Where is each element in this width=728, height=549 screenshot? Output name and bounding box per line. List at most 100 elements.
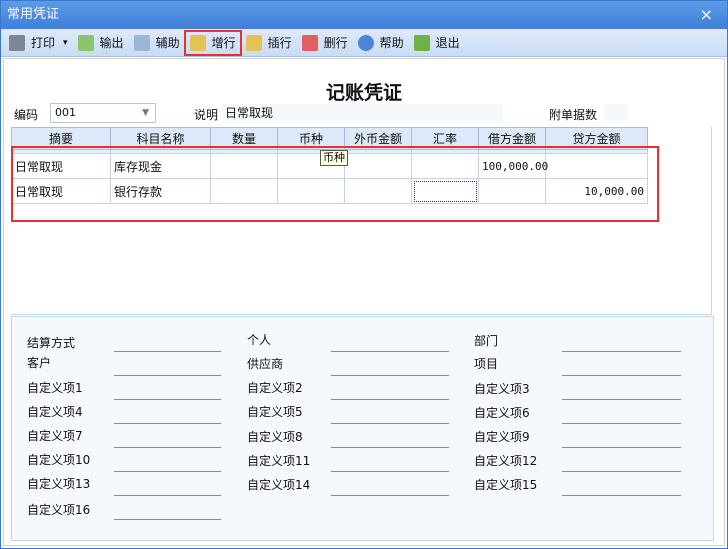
table-cell[interactable] [344, 178, 412, 204]
voucher-title: 记账凭证 [325, 82, 402, 104]
code-label: 编码 [14, 108, 39, 122]
table-cell[interactable] [277, 178, 345, 204]
field-input[interactable] [331, 399, 449, 400]
add-row-icon [189, 34, 206, 51]
toolbar-label: 辅助 [155, 36, 180, 50]
field-input[interactable] [114, 423, 221, 424]
toolbar-label: 退出 [435, 36, 460, 50]
delete-row-icon [301, 34, 318, 51]
field-input[interactable] [331, 495, 449, 496]
exit-icon [413, 34, 430, 51]
field-input[interactable] [331, 351, 449, 352]
desc-label: 说明 [194, 108, 219, 122]
toolbar-button-3[interactable]: 增行 [183, 29, 242, 56]
field-input[interactable] [114, 399, 221, 400]
field-input[interactable] [562, 495, 681, 496]
table-cell[interactable] [411, 153, 479, 179]
field-label: 项目 [474, 357, 499, 371]
field-input[interactable] [562, 447, 681, 448]
table-cell[interactable] [478, 178, 546, 204]
column-header[interactable]: 摘要 [11, 127, 111, 150]
export-icon [77, 34, 94, 51]
field-label: 自定义项12 [474, 454, 538, 468]
field-label: 自定义项8 [247, 430, 303, 444]
column-header[interactable]: 数量 [210, 127, 278, 150]
field-input[interactable] [331, 375, 449, 376]
toolbar-button-6[interactable]: 帮助 [354, 32, 408, 54]
table-cell[interactable] [344, 153, 412, 179]
table-cell[interactable]: 银行存款 [110, 178, 211, 204]
table-cell[interactable]: 日常取现 [11, 153, 111, 179]
toolbar-button-2[interactable]: 辅助 [130, 32, 184, 54]
printer-icon [9, 34, 25, 51]
column-header[interactable]: 借方金额 [478, 127, 546, 150]
field-label: 个人 [247, 333, 272, 347]
column-header[interactable]: 币种 [277, 127, 345, 150]
table-cell[interactable] [210, 178, 278, 204]
table-cell[interactable]: 100,000.00 [478, 153, 548, 179]
field-input[interactable] [114, 471, 221, 472]
field-input[interactable] [562, 375, 681, 376]
toolbar-label: 增行 [211, 36, 236, 50]
field-label: 自定义项1 [27, 381, 83, 395]
column-header[interactable]: 外币金额 [344, 127, 412, 150]
field-input[interactable] [114, 447, 221, 448]
field-label: 自定义项14 [247, 478, 311, 492]
desc-value: 日常取现 [225, 106, 274, 120]
field-input[interactable] [562, 471, 681, 472]
chevron-down-icon[interactable]: ▾ [63, 38, 68, 48]
field-input[interactable] [114, 519, 221, 520]
code-value: 001 [55, 106, 76, 119]
close-icon[interactable]: × [700, 1, 713, 29]
column-header[interactable]: 科目名称 [110, 127, 211, 150]
field-label: 自定义项5 [247, 405, 303, 419]
toolbar-label: 输出 [99, 36, 124, 50]
toolbar-button-4[interactable]: 插行 [242, 32, 296, 54]
field-label: 自定义项3 [474, 382, 530, 396]
table-cell[interactable] [545, 153, 648, 179]
table-cell[interactable]: 日常取现 [11, 178, 111, 204]
field-label: 自定义项10 [27, 453, 91, 467]
code-select[interactable]: 001 ▼ [50, 103, 156, 123]
column-header[interactable]: 汇率 [411, 127, 479, 150]
column-header[interactable]: 贷方金额 [545, 127, 648, 150]
field-input[interactable] [114, 351, 221, 352]
toolbar-label: 打印 [31, 36, 56, 50]
attach-input[interactable] [604, 104, 628, 122]
toolbar-button-1[interactable]: 输出 [74, 32, 128, 54]
toolbar-label: 插行 [267, 36, 292, 50]
toolbar-button-0[interactable]: 打印 ▾ [5, 32, 72, 54]
desc-input[interactable]: 日常取现 [223, 104, 503, 122]
chevron-down-icon: ▼ [142, 108, 149, 118]
assist-icon [133, 34, 150, 51]
help-icon [357, 34, 374, 51]
field-label: 自定义项11 [247, 454, 311, 468]
field-input[interactable] [331, 447, 449, 448]
field-input[interactable] [331, 471, 449, 472]
field-input[interactable] [114, 375, 221, 376]
toolbar-label: 帮助 [379, 36, 404, 50]
field-label: 自定义项4 [27, 405, 83, 419]
insert-row-icon [245, 34, 262, 51]
field-input[interactable] [562, 399, 681, 400]
field-label: 部门 [474, 334, 499, 348]
toolbar: 打印 ▾ 输出 辅助 增行 插行 删行 帮助 退出 [1, 29, 727, 57]
field-input[interactable] [562, 423, 681, 424]
field-label: 客户 [27, 356, 52, 370]
table-cell[interactable] [411, 178, 479, 204]
field-label: 自定义项6 [474, 406, 530, 420]
table-row[interactable]: 日常取现 银行存款 10,000.00 [11, 178, 648, 204]
field-input[interactable] [331, 423, 449, 424]
auxiliary-panel [11, 316, 714, 541]
table-cell[interactable]: 库存现金 [110, 153, 211, 179]
table-cell[interactable] [210, 153, 278, 179]
field-input[interactable] [562, 351, 681, 352]
field-label: 自定义项13 [27, 477, 91, 491]
toolbar-button-5[interactable]: 删行 [298, 32, 352, 54]
field-label: 自定义项2 [247, 381, 303, 395]
toolbar-label: 删行 [323, 36, 348, 50]
window-title: 常用凭证 [7, 7, 60, 22]
field-input[interactable] [114, 495, 221, 496]
toolbar-button-7[interactable]: 退出 [410, 32, 464, 54]
table-cell[interactable]: 10,000.00 [545, 178, 648, 204]
